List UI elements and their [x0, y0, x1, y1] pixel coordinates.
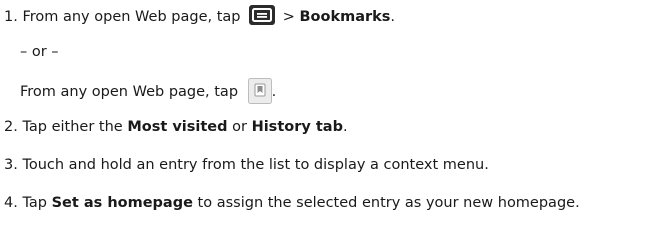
bookmark-icon: [247, 78, 272, 104]
step-1-end: .: [390, 9, 396, 25]
bookmarks-label: Bookmarks: [299, 9, 391, 25]
step-3-text: Touch and hold an entry from the list to…: [22, 157, 489, 173]
step-2: 2. Tap either the Most visited or Histor…: [4, 117, 348, 137]
step-1-text: From any open Web page, tap: [22, 9, 241, 25]
history-tab-label: History tab: [251, 119, 343, 135]
step-1-separator: >: [282, 9, 295, 25]
step-4-number: 4.: [4, 195, 18, 211]
set-as-homepage-label: Set as homepage: [51, 195, 193, 211]
step-2-text-a: Tap either the: [22, 119, 123, 135]
step-3-number: 3.: [4, 157, 18, 173]
step-1-alt-text: From any open Web page, tap: [20, 84, 239, 100]
step-2-text-b: or: [232, 119, 247, 135]
step-2-end: .: [342, 119, 348, 135]
menu-icon: [249, 5, 276, 25]
most-visited-label: Most visited: [127, 119, 228, 135]
step-1: 1. From any open Web page, tap > Bookmar…: [4, 5, 395, 25]
step-4: 4. Tap Set as homepage to assign the sel…: [4, 193, 580, 213]
step-4-text-a: Tap: [22, 195, 47, 211]
step-2-number: 2.: [4, 119, 18, 135]
step-3: 3. Touch and hold an entry from the list…: [4, 155, 489, 175]
or-text: – or –: [20, 44, 59, 60]
step-4-text-b: to assign the selected entry as your new…: [197, 195, 580, 211]
or-divider: – or –: [20, 42, 59, 62]
step-1-number: 1.: [4, 9, 18, 25]
step-1-alt: From any open Web page, tap .: [20, 78, 277, 104]
step-1-alt-end: .: [271, 84, 277, 100]
